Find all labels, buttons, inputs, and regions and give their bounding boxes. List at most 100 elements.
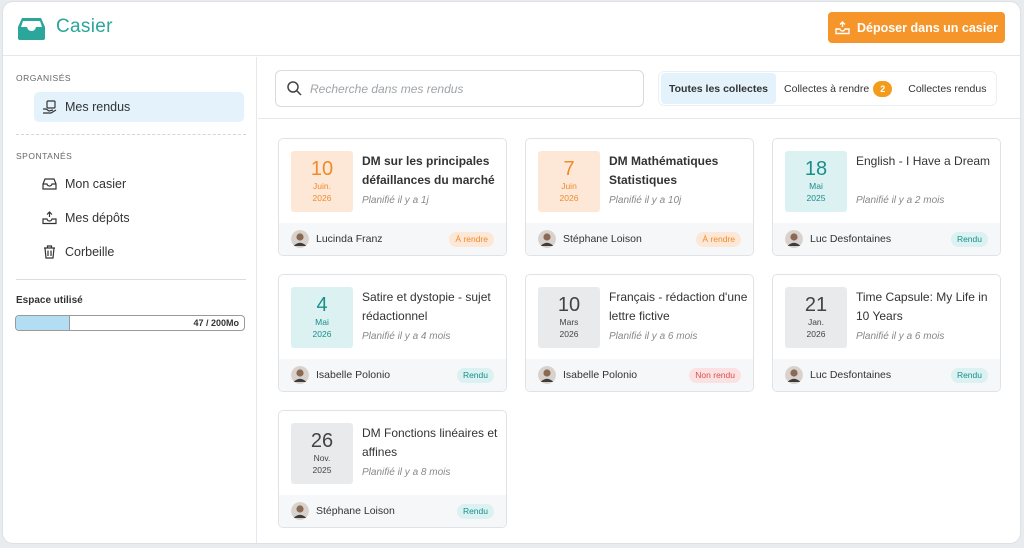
due-day: 4: [316, 294, 328, 316]
due-month: Mai: [809, 181, 823, 191]
submission-card[interactable]: 4 Mai 2026 Satire et dystopie - sujet ré…: [278, 274, 507, 392]
sidebar-item-corbeille[interactable]: Corbeille: [34, 237, 244, 267]
search-box[interactable]: [275, 70, 644, 107]
due-year: 2026: [559, 329, 579, 339]
card-title: Time Capsule: My Life in 10 Years: [856, 290, 988, 323]
author-name: Luc Desfontaines: [810, 369, 892, 381]
card-footer: Stéphane Loison Rendu: [279, 495, 506, 527]
due-day: 10: [310, 158, 334, 180]
avatar: [785, 366, 803, 384]
hand-document-icon: [43, 100, 57, 114]
status-badge: À rendre: [449, 231, 494, 247]
sidebar-item-label: Mes rendus: [65, 100, 131, 114]
submission-card[interactable]: 7 Juin 2026 DM Mathématiques Statistique…: [525, 138, 754, 256]
planned-text: Planifié il y a 4 mois: [362, 331, 451, 342]
sidebar-item-mes-depots[interactable]: Mes dépôts: [34, 203, 244, 233]
filter-bar: Toutes les collectes Collectes à rendre …: [258, 57, 1020, 119]
search-icon: [287, 81, 302, 96]
sidebar-item-label: Corbeille: [65, 245, 115, 259]
card-title: Français - rédaction d'une lettre fictiv…: [609, 290, 748, 323]
tab-collections-to-submit[interactable]: Collectes à rendre 2: [776, 73, 900, 104]
due-date-badge: 10 Juin. 2026: [291, 151, 353, 212]
planned-text: Planifié il y a 6 mois: [609, 331, 698, 342]
planned-text: Planifié il y a 2 mois: [856, 195, 945, 206]
status-badge: Rendu: [456, 503, 494, 519]
due-date-badge: 10 Mars 2026: [538, 287, 600, 348]
card-title: DM Fonctions linéaires et affines: [362, 426, 498, 459]
sidebar-item-label: Mes dépôts: [65, 211, 130, 225]
author-name: Stéphane Loison: [316, 505, 395, 517]
storage-usage-fill: [16, 316, 70, 330]
avatar: [291, 366, 309, 384]
submission-card[interactable]: 10 Mars 2026 Français - rédaction d'une …: [525, 274, 754, 392]
author-name: Isabelle Polonio: [316, 369, 391, 381]
avatar: [538, 366, 556, 384]
submission-card[interactable]: 21 Jan. 2026 Time Capsule: My Life in 10…: [772, 274, 1001, 392]
due-date-badge: 4 Mai 2026: [291, 287, 353, 348]
section-label-spontaneous: SPONTANÉS: [16, 151, 73, 161]
avatar: [538, 230, 556, 248]
tab-collections-submitted[interactable]: Collectes rendus: [900, 73, 994, 104]
status-badge: À rendre: [696, 231, 741, 247]
due-year: 2026: [312, 329, 332, 339]
avatar: [785, 230, 803, 248]
due-year: 2026: [312, 193, 332, 203]
top-bar: Casier Déposer dans un casier: [3, 2, 1020, 56]
card-footer: Isabelle Polonio Non rendu: [526, 359, 753, 391]
sidebar-item-label: Mon casier: [65, 177, 127, 191]
tray-upload-icon: [835, 20, 850, 34]
due-year: 2026: [806, 329, 826, 339]
status-badge: Rendu: [456, 367, 494, 383]
submission-card[interactable]: 26 Nov. 2025 DM Fonctions linéaires et a…: [278, 410, 507, 528]
search-input[interactable]: [310, 81, 630, 96]
due-year: 2025: [312, 465, 332, 475]
planned-text: Planifié il y a 8 mois: [362, 467, 451, 478]
submission-card[interactable]: 10 Juin. 2026 DM sur les principales déf…: [278, 138, 507, 256]
due-month: Mars: [559, 317, 579, 327]
card-footer: Luc Desfontaines Rendu: [773, 223, 1000, 255]
tab-label: Collectes rendus: [908, 82, 987, 95]
main-content: Toutes les collectes Collectes à rendre …: [258, 57, 1020, 543]
due-month: Mai: [315, 317, 329, 327]
card-title: English - I Have a Dream: [856, 154, 991, 168]
planned-text: Planifié il y a 1j: [362, 195, 429, 206]
author-name: Stéphane Loison: [563, 233, 642, 245]
due-year: 2025: [806, 193, 826, 203]
count-badge: 2: [873, 80, 893, 97]
tab-all-collections[interactable]: Toutes les collectes: [661, 73, 777, 104]
sidebar-item-mon-casier[interactable]: Mon casier: [34, 169, 244, 199]
deposit-button[interactable]: Déposer dans un casier: [828, 12, 1005, 43]
due-day: 21: [804, 294, 828, 316]
sidebar: ORGANISÉS Mes rendus SPONTANÉS Mon casie…: [3, 57, 257, 543]
due-date-badge: 7 Juin 2026: [538, 151, 600, 212]
due-year: 2026: [559, 193, 579, 203]
due-date-badge: 26 Nov. 2025: [291, 423, 353, 484]
submission-card[interactable]: 18 Mai 2025 English - I Have a Dream Pla…: [772, 138, 1001, 256]
status-badge: Rendu: [950, 231, 988, 247]
tab-label: Toutes les collectes: [669, 82, 769, 95]
app-window: Casier Déposer dans un casier ORGANISÉS …: [3, 2, 1020, 543]
storage-usage-label: Espace utilisé: [16, 295, 83, 306]
author-name: Lucinda Franz: [316, 233, 383, 245]
app-title: Casier: [56, 16, 113, 37]
divider: [16, 279, 246, 280]
card-footer: Stéphane Loison À rendre: [526, 223, 753, 255]
divider: [16, 134, 246, 135]
status-badge: Non rendu: [689, 367, 741, 383]
card-footer: Isabelle Polonio Rendu: [279, 359, 506, 391]
tray-upload-icon: [42, 211, 57, 225]
avatar: [291, 502, 309, 520]
due-day: 18: [804, 158, 828, 180]
storage-usage-bar: 47 / 200Mo: [15, 315, 245, 331]
planned-text: Planifié il y a 10j: [609, 195, 682, 206]
section-label-organised: ORGANISÉS: [16, 73, 72, 83]
tab-label: Collectes à rendre: [784, 82, 870, 95]
due-month: Jan.: [807, 317, 825, 327]
deposit-button-label: Déposer dans un casier: [856, 20, 999, 35]
card-title: DM Mathématiques Statistiques: [609, 154, 719, 187]
status-badge: Rendu: [950, 367, 988, 383]
card-footer: Lucinda Franz À rendre: [279, 223, 506, 255]
sidebar-item-mes-rendus[interactable]: Mes rendus: [34, 92, 244, 122]
due-date-badge: 18 Mai 2025: [785, 151, 847, 212]
due-day: 26: [310, 430, 334, 452]
